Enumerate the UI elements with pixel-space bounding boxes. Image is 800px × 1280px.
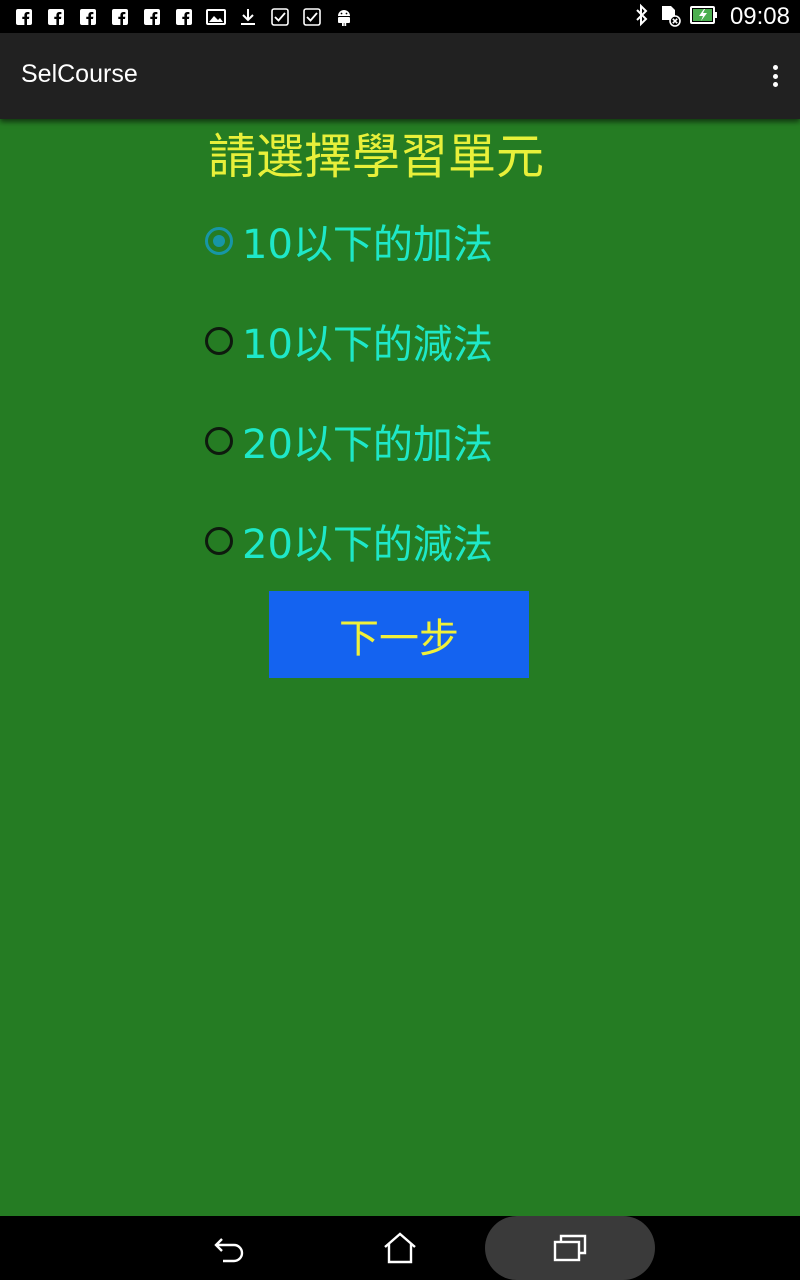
radio-button[interactable] <box>205 327 233 355</box>
radio-button-checked[interactable] <box>205 227 233 255</box>
download-icon <box>238 7 258 27</box>
radio-option-sub-10[interactable]: 10以下的減法 <box>205 311 493 371</box>
radio-label: 10以下的加法 <box>242 222 493 268</box>
facebook-icon <box>78 7 98 27</box>
radio-label: 20以下的加法 <box>242 422 493 468</box>
status-bar: 09:08 <box>0 0 800 33</box>
notification-icons <box>14 6 354 28</box>
overflow-menu-icon[interactable] <box>768 61 782 91</box>
system-icons: 09:08 <box>634 3 790 31</box>
checkbox-icon <box>302 7 322 27</box>
radio-label: 20以下的減法 <box>242 522 493 568</box>
sd-card-icon <box>658 3 682 31</box>
photo-icon <box>206 7 226 27</box>
recents-icon[interactable] <box>485 1216 655 1280</box>
page-title: 請選擇學習單元 <box>208 129 545 185</box>
menu-dot <box>772 65 778 70</box>
menu-dot <box>772 82 778 87</box>
facebook-icon <box>46 7 66 27</box>
home-icon[interactable] <box>360 1216 440 1280</box>
radio-option-add-20[interactable]: 20以下的加法 <box>205 411 493 471</box>
radio-option-add-10[interactable]: 10以下的加法 <box>205 211 493 271</box>
back-icon[interactable] <box>190 1216 270 1280</box>
radio-button[interactable] <box>205 427 233 455</box>
next-step-label: 下一步 <box>339 616 459 661</box>
radio-button[interactable] <box>205 527 233 555</box>
action-bar: SelCourse <box>0 33 800 119</box>
android-icon <box>334 7 354 27</box>
radio-option-sub-20[interactable]: 20以下的減法 <box>205 511 493 571</box>
clock: 09:08 <box>729 3 790 30</box>
checkbox-icon <box>270 7 290 27</box>
facebook-icon <box>14 7 34 27</box>
facebook-icon <box>142 7 162 27</box>
next-step-button[interactable]: 下一步 <box>269 591 529 678</box>
navigation-bar <box>0 1216 800 1280</box>
radio-dot <box>213 235 225 247</box>
radio-label: 10以下的減法 <box>242 322 493 368</box>
menu-dot <box>772 73 778 79</box>
facebook-icon <box>174 7 194 27</box>
facebook-icon <box>110 7 130 27</box>
bluetooth-icon <box>634 3 650 31</box>
battery-charging-icon <box>689 5 718 29</box>
app-title: SelCourse <box>21 60 138 88</box>
